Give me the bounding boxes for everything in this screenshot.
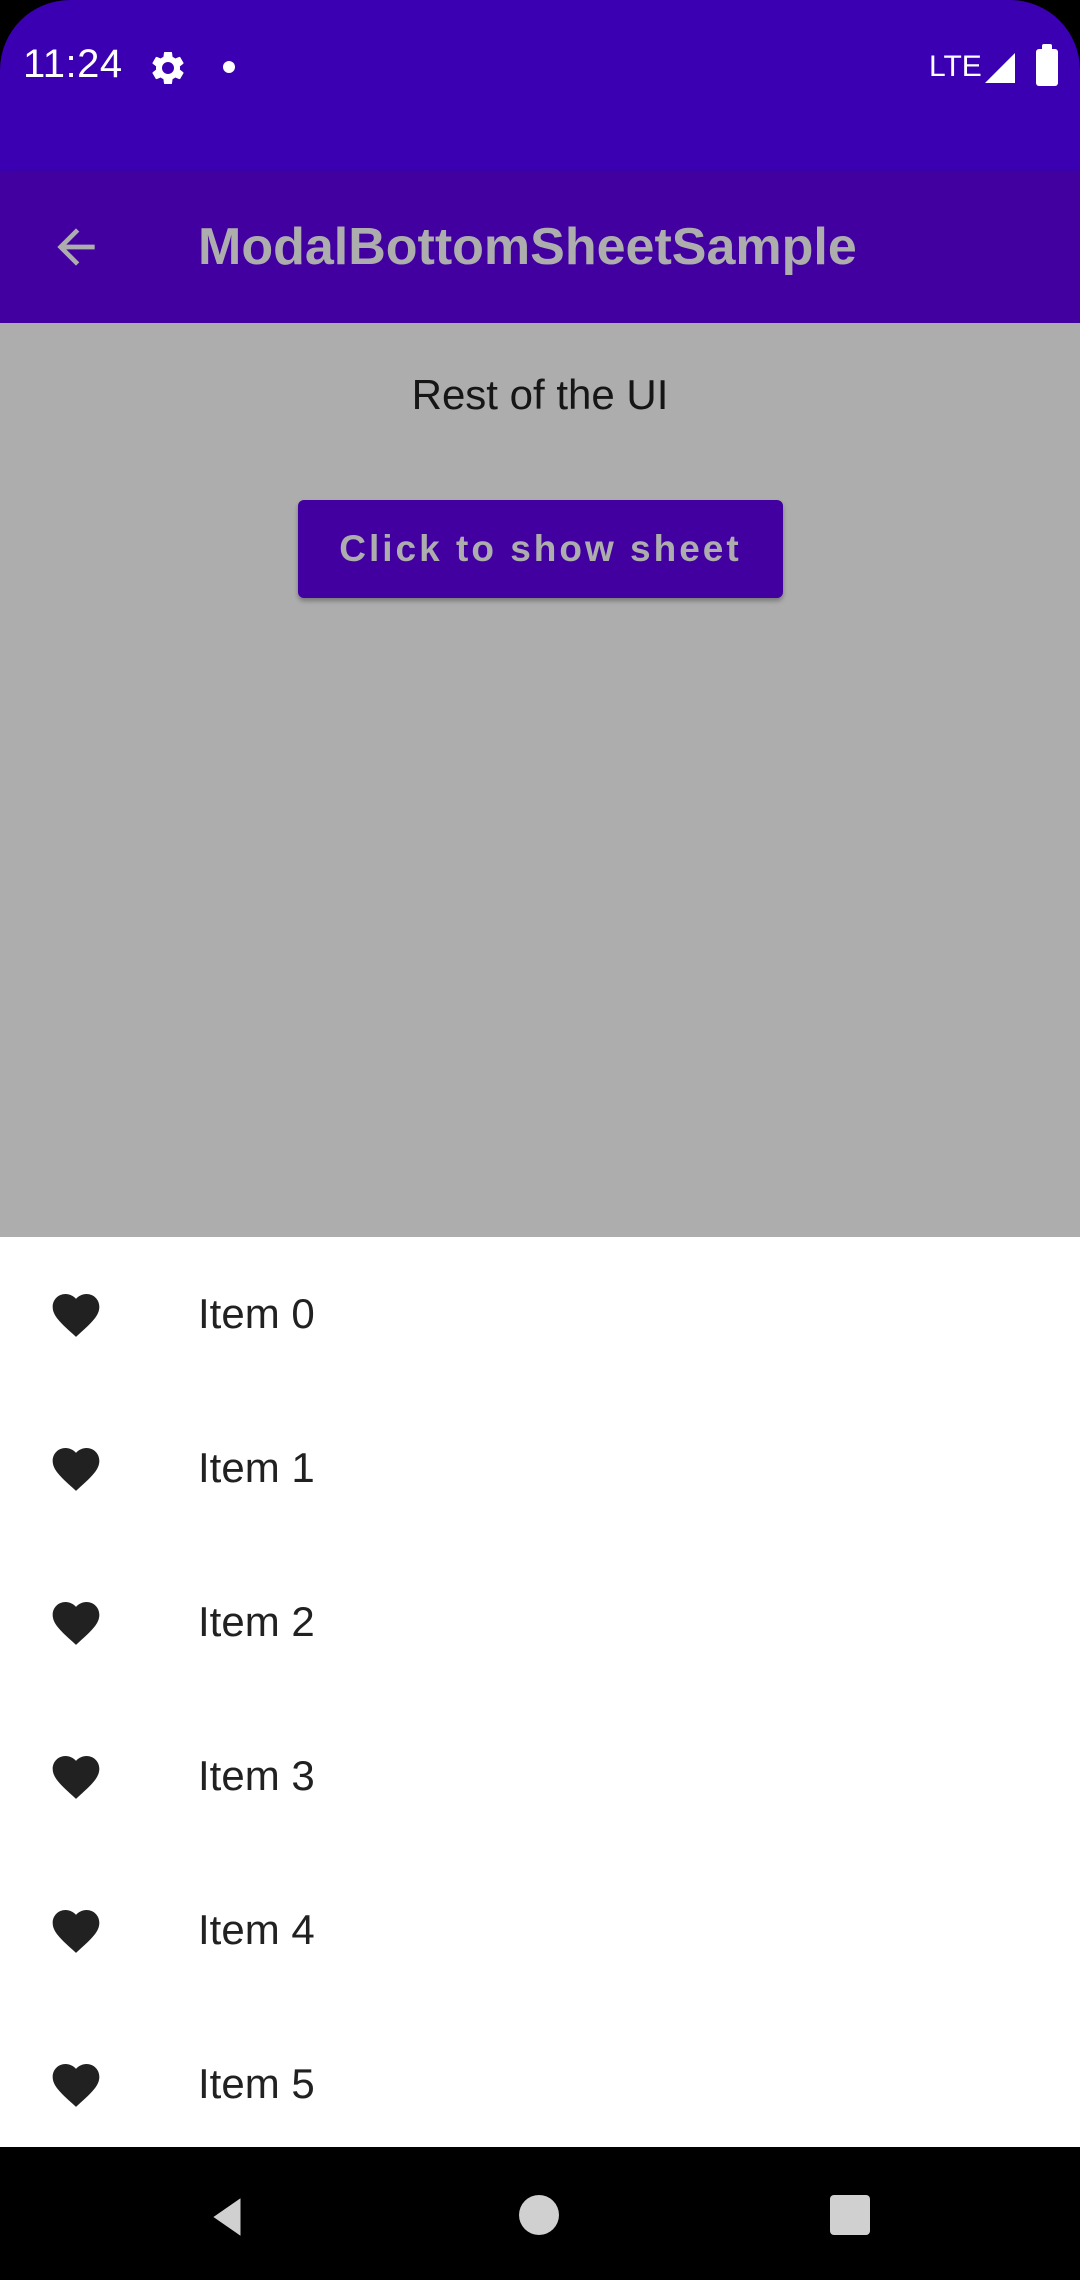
heart-icon bbox=[52, 1294, 100, 1337]
list-item[interactable]: Item 1 bbox=[0, 1391, 1080, 1545]
list-item-label: Item 1 bbox=[198, 1444, 315, 1491]
list-item-label: Item 3 bbox=[198, 1752, 315, 1799]
heart-icon bbox=[52, 1910, 100, 1953]
app-bar: ModalBottomSheetSample bbox=[0, 171, 1080, 323]
home-icon[interactable] bbox=[519, 2195, 559, 2235]
recents-icon[interactable] bbox=[830, 2195, 870, 2235]
heart-icon bbox=[52, 1602, 100, 1645]
list-item-label: Item 0 bbox=[198, 1290, 315, 1337]
list-item[interactable]: Item 5 bbox=[0, 2007, 1080, 2161]
settings-icon bbox=[152, 51, 184, 84]
list-item-label: Item 5 bbox=[198, 2060, 315, 2107]
show-sheet-button[interactable]: Click to show sheet bbox=[298, 500, 783, 598]
list-item-label: Item 4 bbox=[198, 1906, 315, 1953]
main-content: Rest of the UI Click to show sheet bbox=[0, 323, 1080, 1237]
list-item[interactable]: Item 4 bbox=[0, 1853, 1080, 2007]
battery-icon bbox=[1036, 44, 1058, 86]
arrow-back-icon[interactable] bbox=[48, 219, 104, 275]
notification-dot-icon bbox=[223, 61, 235, 73]
list-item[interactable]: Item 3 bbox=[0, 1699, 1080, 1853]
list-item-label: Item 2 bbox=[198, 1598, 315, 1645]
network-type: LTE bbox=[929, 50, 982, 83]
signal-icon bbox=[985, 53, 1015, 83]
list-item[interactable]: Item 0 bbox=[0, 1237, 1080, 1391]
bottom-sheet: Item 0 Item 1 Item 2 Item 3 Item 4 Item … bbox=[0, 1237, 1080, 2147]
rest-of-ui-text: Rest of the UI bbox=[411, 371, 669, 418]
page-title: ModalBottomSheetSample bbox=[198, 218, 857, 276]
navigation-bar bbox=[0, 2147, 1080, 2280]
heart-icon bbox=[52, 1756, 100, 1799]
back-icon[interactable] bbox=[203, 2192, 253, 2242]
status-bar: 11:24 LTE bbox=[0, 0, 1080, 171]
list-item[interactable]: Item 2 bbox=[0, 1545, 1080, 1699]
heart-icon bbox=[52, 2064, 100, 2107]
heart-icon bbox=[52, 1448, 100, 1491]
status-time: 11:24 bbox=[23, 42, 123, 86]
